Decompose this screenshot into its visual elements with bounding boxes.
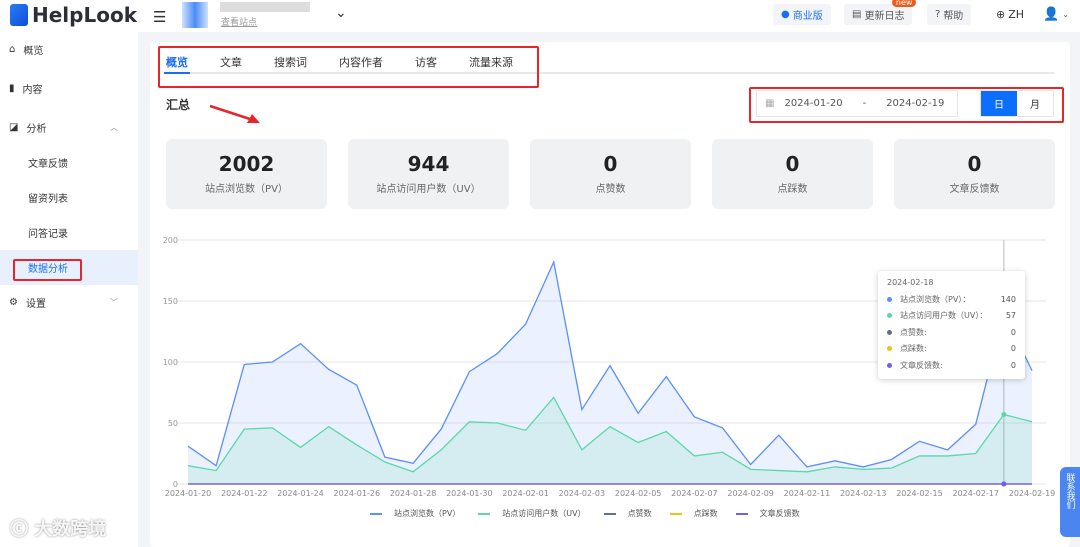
x-tick-label: 2024-01-22: [221, 489, 268, 498]
x-tick-label: 2024-01-28: [390, 489, 437, 498]
legend-line-icon: [370, 512, 382, 515]
legend-label: 点赞数: [627, 509, 652, 518]
tooltip-value: 0: [1010, 327, 1016, 337]
legend-line-icon: [478, 512, 491, 515]
x-tick-label: 2024-02-19: [1009, 489, 1056, 498]
tooltip-value: 57: [1005, 311, 1016, 321]
tooltip-row: 文章反馈数: 0: [887, 357, 1016, 374]
y-tick-label: 50: [168, 419, 178, 428]
x-tick-label: 2024-01-30: [446, 489, 493, 498]
watermark: ⓒ 大数跨境: [10, 519, 107, 540]
tooltip-label: 站点访问用户数（UV）：: [900, 311, 988, 321]
tooltip-row: 站点访问用户数（UV）： 57: [887, 308, 1016, 325]
legend-line-icon: [735, 512, 748, 515]
tooltip-label: 站点浏览数（PV）：: [900, 294, 971, 304]
legend-label: 文章反馈数: [759, 509, 800, 518]
tooltip-row: 点踩数: 0: [887, 341, 1016, 358]
legend-item[interactable]: 站点浏览数（PV）: [370, 508, 460, 519]
x-tick-label: 2024-02-13: [840, 489, 887, 498]
watermark-text: 大数跨境: [34, 519, 107, 540]
tooltip-value: 140: [1000, 294, 1016, 304]
tooltip-value: 0: [1010, 360, 1016, 370]
tooltip-row: 站点浏览数（PV）： 140: [887, 291, 1016, 308]
y-tick-label: 0: [173, 480, 178, 489]
x-tick-label: 2024-01-20: [165, 489, 212, 498]
series-dot-icon: [887, 362, 892, 368]
series-dot-icon: [887, 346, 892, 352]
x-tick-label: 2024-02-07: [671, 489, 718, 498]
x-tick-label: 2024-02-03: [559, 489, 606, 498]
tooltip-label: 点赞数:: [900, 327, 927, 337]
legend-item[interactable]: 点赞数: [603, 508, 652, 519]
contact-us-button[interactable]: 联系我们: [1060, 467, 1080, 537]
series-dot-icon: [887, 329, 892, 335]
legend-item[interactable]: 文章反馈数: [735, 508, 800, 519]
chart-tooltip: 2024-02-18 站点浏览数（PV）： 140 站点访问用户数（UV）： 57 点赞…: [878, 271, 1025, 379]
tooltip-label: 文章反馈数:: [900, 360, 943, 370]
tooltip-row: 点赞数: 0: [887, 324, 1016, 341]
x-tick-label: 2024-02-05: [615, 489, 662, 498]
tooltip-value: 0: [1010, 344, 1016, 354]
x-tick-label: 2024-02-11: [784, 489, 831, 498]
x-tick-label: 2024-02-15: [896, 489, 943, 498]
series-dot-icon: [887, 296, 892, 302]
x-tick-label: 2024-01-24: [277, 489, 324, 498]
x-tick-label: 2024-02-01: [502, 489, 549, 498]
data-point: [1001, 411, 1007, 417]
legend-line-icon: [669, 512, 682, 515]
legend-item[interactable]: 站点访问用户数（UV）: [478, 508, 586, 519]
legend-label: 点踩数: [693, 509, 718, 518]
series-dot-icon: [887, 313, 892, 319]
y-tick-label: 200: [163, 236, 178, 245]
legend-item[interactable]: 点踩数: [669, 508, 718, 519]
tooltip-label: 点踩数:: [900, 344, 927, 354]
x-tick-label: 2024-02-09: [727, 489, 774, 498]
y-tick-label: 100: [163, 358, 178, 367]
tooltip-date: 2024-02-18: [887, 278, 934, 287]
legend-line-icon: [603, 512, 616, 515]
y-tick-label: 150: [163, 297, 178, 306]
x-tick-label: 2024-01-26: [334, 489, 381, 498]
legend-label: 站点浏览数（PV）: [394, 509, 461, 518]
chart-legend: 站点浏览数（PV） 站点访问用户数（UV） 点赞数 点踩数 文章反馈数: [370, 508, 800, 519]
data-point: [1001, 481, 1007, 487]
legend-label: 站点访问用户数（UV）: [502, 509, 586, 518]
x-tick-label: 2024-02-17: [952, 489, 999, 498]
